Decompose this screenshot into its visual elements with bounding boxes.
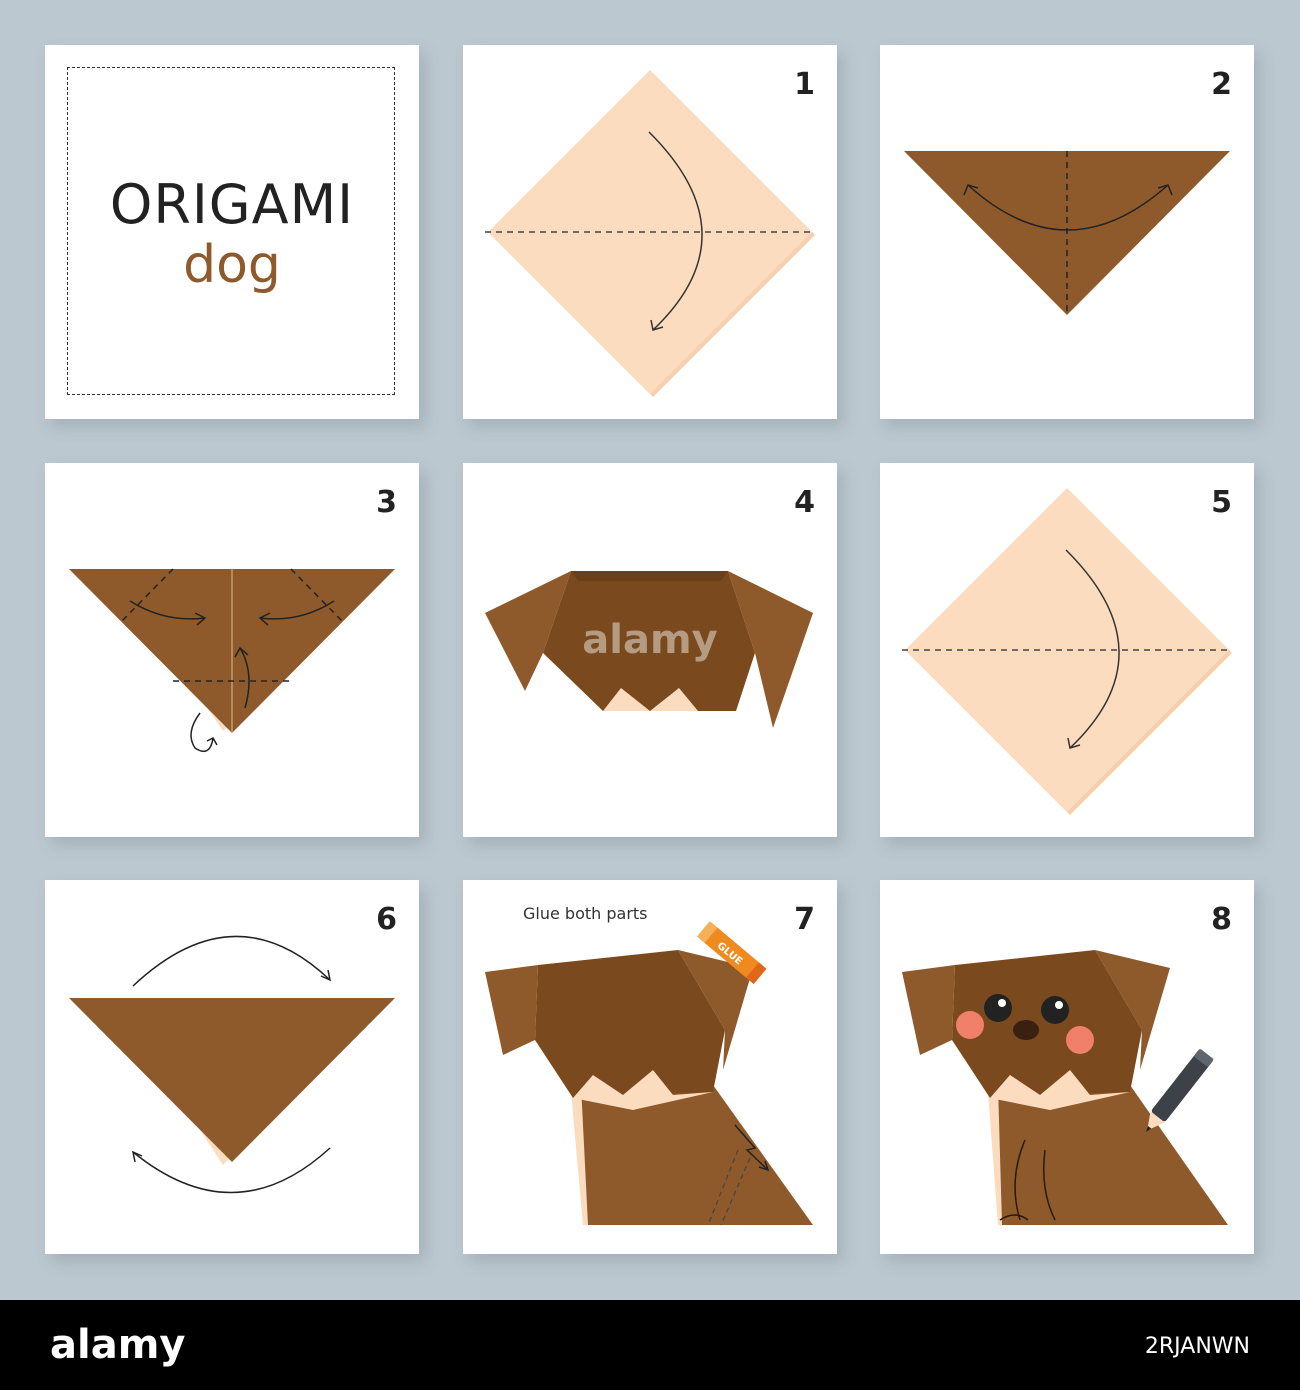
title-main: ORIGAMI: [109, 173, 355, 236]
step-card-2: 2: [880, 45, 1254, 419]
step-7-note: Glue both parts: [523, 904, 648, 923]
step-number: 4: [794, 485, 815, 520]
step-number: 2: [1211, 67, 1232, 102]
nose: [1013, 1020, 1039, 1040]
step-4-watermark: alamy: [582, 617, 717, 663]
step-card-7: GLUE Glue both parts 7: [463, 880, 837, 1254]
title-sub: dog: [183, 235, 281, 295]
step-number: 7: [794, 902, 815, 937]
step-number: 6: [376, 902, 397, 937]
footer-logo: alamy: [50, 1322, 186, 1368]
right-eye: [1041, 996, 1069, 1024]
pencil-icon: [1145, 1049, 1214, 1132]
step-card-5: 5: [880, 463, 1254, 837]
step-5-diagram: [902, 488, 1232, 815]
step-8-diagram: [902, 950, 1228, 1225]
step-3-diagram: [69, 568, 395, 753]
step-7-diagram: GLUE: [485, 921, 813, 1226]
left-eye: [984, 994, 1012, 1022]
step-number: 5: [1211, 485, 1232, 520]
step-number: 3: [376, 485, 397, 520]
step-number: 1: [794, 67, 815, 102]
step-4-diagram: alamy: [485, 571, 813, 728]
right-cheek: [1066, 1026, 1094, 1054]
step-card-4: alamy 4: [463, 463, 837, 837]
step-card-8: 8: [880, 880, 1254, 1254]
step-card-3: 3: [45, 463, 419, 837]
left-cheek: [956, 1011, 984, 1039]
step-card-6: 6: [45, 880, 419, 1254]
step-1-diagram: [485, 70, 815, 397]
step-number: 8: [1211, 902, 1232, 937]
footer-image-id: 2RJANWN: [1144, 1334, 1250, 1359]
footer-bar: alamy 2RJANWN: [0, 1300, 1300, 1390]
step-card-1: 1: [463, 45, 837, 419]
step-6-diagram: [69, 935, 395, 1194]
title-card: ORIGAMI dog: [45, 45, 419, 419]
step-2-diagram: [904, 151, 1230, 315]
